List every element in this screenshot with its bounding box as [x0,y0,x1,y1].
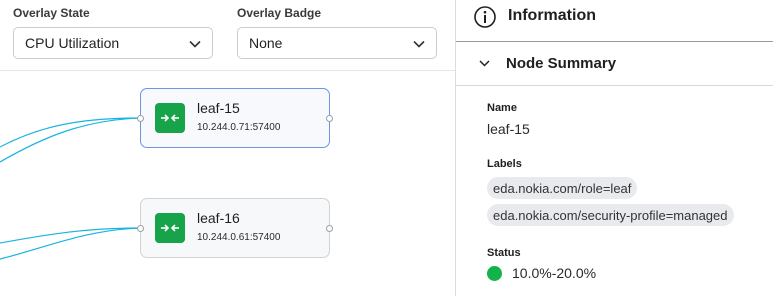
node-port-left[interactable] [137,115,144,122]
node-name: leaf-16 [197,210,240,226]
name-value: leaf-15 [487,121,530,137]
name-label: Name [487,102,517,114]
leaf-switch-icon [161,114,179,122]
node-role-badge [155,213,185,243]
status-value: 10.0%-20.0% [512,265,597,281]
topology-canvas[interactable]: Overlay State CPU Utilization Overlay Ba… [0,0,455,296]
node-address: 10.244.0.71:57400 [197,122,281,133]
chevron-down-icon[interactable] [478,57,491,70]
label-chip: eda.nokia.com/role=leaf [487,177,638,199]
status-label: Status [487,247,521,259]
node-port-right[interactable] [326,225,333,232]
topology-node-leaf-16[interactable]: leaf-16 10.244.0.61:57400 [137,198,333,258]
topology-node-leaf-15[interactable]: leaf-15 10.244.0.71:57400 [137,88,333,148]
node-address: 10.244.0.61:57400 [197,232,281,243]
link-leaf-16-b [0,227,141,260]
info-icon [474,6,496,28]
label-chip: eda.nokia.com/security-profile=managed [487,204,734,226]
status-indicator [487,266,502,281]
link-leaf-15-a [0,117,141,148]
link-leaf-16-a [0,227,141,244]
node-role-badge [155,103,185,133]
section-title: Node Summary [506,55,617,72]
node-port-left[interactable] [137,225,144,232]
panel-header: Information [456,0,773,42]
labels-label: Labels [487,158,522,170]
leaf-switch-icon [161,224,179,232]
node-name: leaf-15 [197,100,240,116]
panel-title: Information [508,7,596,24]
node-port-right[interactable] [326,115,333,122]
information-panel: Information Node Summary Name leaf-15 La… [455,0,773,296]
link-leaf-15-b [0,117,141,163]
